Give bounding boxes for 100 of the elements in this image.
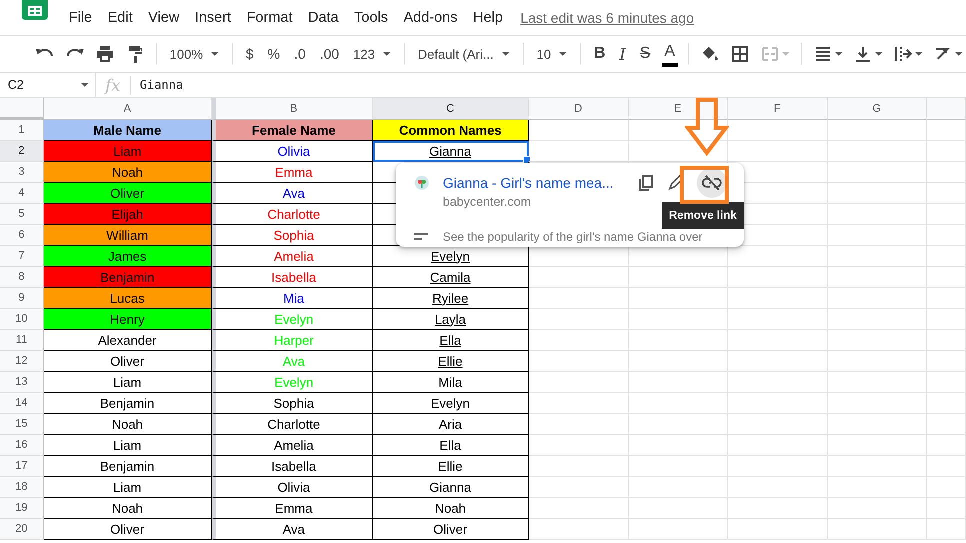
row-header[interactable]: 5	[0, 204, 44, 225]
empty-cell[interactable]	[926, 309, 966, 330]
empty-cell[interactable]	[728, 456, 828, 477]
empty-cell[interactable]	[528, 372, 630, 393]
empty-cell[interactable]	[528, 393, 630, 414]
empty-cell[interactable]	[629, 141, 728, 162]
menu-item[interactable]: File	[69, 10, 92, 26]
empty-cell[interactable]	[828, 288, 927, 309]
row-header[interactable]: 8	[0, 267, 44, 288]
empty-cell[interactable]	[629, 456, 728, 477]
cell-link[interactable]: Evelyn	[430, 248, 470, 264]
empty-cell[interactable]	[728, 120, 828, 141]
row-header[interactable]: 2	[0, 141, 44, 162]
empty-cell[interactable]	[926, 477, 966, 498]
empty-cell[interactable]	[828, 246, 927, 267]
empty-cell[interactable]	[926, 498, 966, 519]
empty-cell[interactable]	[828, 183, 927, 204]
empty-cell[interactable]	[528, 288, 630, 309]
empty-cell[interactable]	[926, 330, 966, 351]
empty-cell[interactable]	[828, 477, 927, 498]
empty-cell[interactable]	[828, 204, 927, 225]
formula-input[interactable]: Gianna	[131, 78, 184, 92]
toolbar-button[interactable]: $	[241, 46, 259, 62]
empty-cell[interactable]	[728, 330, 828, 351]
empty-cell[interactable]	[828, 519, 927, 540]
empty-cell[interactable]	[528, 267, 630, 288]
empty-cell[interactable]	[828, 330, 927, 351]
menu-item[interactable]: Tools	[354, 10, 388, 26]
empty-cell[interactable]	[926, 162, 966, 183]
empty-cell[interactable]	[629, 498, 728, 519]
empty-cell[interactable]	[828, 267, 927, 288]
name-box[interactable]: C2	[0, 73, 96, 97]
empty-cell[interactable]	[528, 456, 630, 477]
cell-link[interactable]: Gianna	[430, 144, 472, 158]
copy-icon[interactable]	[636, 174, 655, 192]
caret-icon[interactable]	[915, 52, 924, 56]
empty-cell[interactable]	[728, 309, 828, 330]
empty-cell[interactable]	[728, 519, 828, 540]
toolbar-dropdown[interactable]: Default (Ari...	[412, 46, 515, 62]
cell-link[interactable]: Layla	[434, 312, 466, 326]
empty-cell[interactable]	[926, 225, 966, 246]
menu-item[interactable]: Add-ons	[404, 10, 458, 26]
unlink-icon[interactable]	[696, 168, 727, 198]
toolbar-dropdown[interactable]: 10	[532, 46, 572, 62]
row-header[interactable]: 10	[0, 309, 44, 330]
empty-cell[interactable]	[629, 414, 728, 435]
row-header[interactable]: 1	[0, 120, 44, 141]
empty-cell[interactable]	[828, 435, 927, 456]
menu-item[interactable]: Data	[308, 10, 339, 26]
toolbar-button[interactable]: .0	[289, 46, 311, 62]
cell-link[interactable]: Ryilee	[432, 290, 469, 306]
toolbar-button[interactable]: A	[660, 43, 680, 65]
empty-cell[interactable]	[728, 414, 828, 435]
row-header[interactable]: 4	[0, 183, 44, 204]
empty-cell[interactable]	[629, 477, 728, 498]
empty-cell[interactable]	[926, 246, 966, 267]
empty-cell[interactable]	[528, 351, 630, 372]
empty-cell[interactable]	[528, 435, 630, 456]
row-header[interactable]: 18	[0, 477, 44, 498]
empty-cell[interactable]	[528, 309, 630, 330]
column-header[interactable]: A	[44, 98, 212, 120]
empty-cell[interactable]	[926, 435, 966, 456]
caret-icon[interactable]	[835, 52, 844, 56]
column-header[interactable]: B	[212, 98, 374, 120]
empty-cell[interactable]	[828, 414, 927, 435]
empty-cell[interactable]	[629, 351, 728, 372]
toolbar-button[interactable]: %	[262, 46, 286, 62]
row-header[interactable]: 11	[0, 330, 44, 351]
menu-item[interactable]: Help	[473, 10, 504, 26]
empty-cell[interactable]	[728, 267, 828, 288]
empty-cell[interactable]	[629, 372, 728, 393]
borders-icon[interactable]	[730, 44, 750, 64]
column-header[interactable]	[926, 98, 966, 120]
row-header[interactable]: 13	[0, 372, 44, 393]
empty-cell[interactable]	[528, 330, 630, 351]
column-header[interactable]: G	[828, 98, 927, 120]
toolbar-dropdown[interactable]: 123	[348, 46, 396, 62]
empty-cell[interactable]	[528, 414, 630, 435]
column-header[interactable]: C	[373, 98, 529, 120]
empty-cell[interactable]	[828, 225, 927, 246]
row-header[interactable]: 14	[0, 393, 44, 414]
empty-cell[interactable]	[926, 183, 966, 204]
empty-cell[interactable]	[926, 393, 966, 414]
empty-cell[interactable]	[828, 498, 927, 519]
toolbar-button[interactable]: B	[589, 45, 611, 63]
empty-cell[interactable]	[828, 141, 927, 162]
toolbar-button[interactable]: .00	[314, 46, 344, 62]
empty-cell[interactable]	[629, 393, 728, 414]
column-header[interactable]: D	[528, 98, 630, 120]
empty-cell[interactable]	[926, 351, 966, 372]
caret-icon[interactable]	[875, 52, 884, 56]
corner-cell[interactable]	[0, 98, 44, 120]
empty-cell[interactable]	[926, 120, 966, 141]
empty-cell[interactable]	[629, 288, 728, 309]
link-title[interactable]: Gianna - Girl's name mea...	[443, 175, 614, 191]
cell-link[interactable]: Ella	[440, 332, 462, 348]
empty-cell[interactable]	[528, 477, 630, 498]
empty-cell[interactable]	[926, 372, 966, 393]
empty-cell[interactable]	[926, 267, 966, 288]
toolbar-button[interactable]: S	[634, 45, 656, 63]
